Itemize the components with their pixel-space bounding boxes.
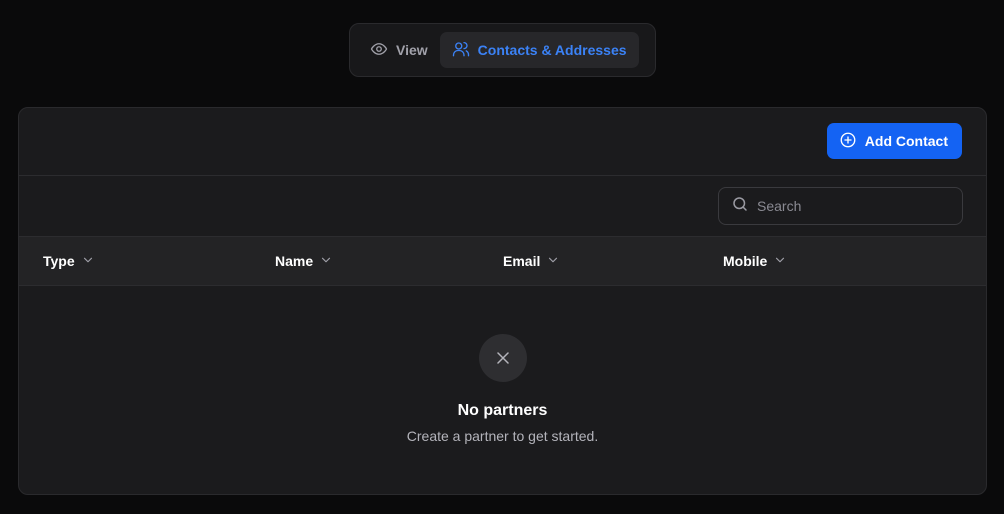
- column-header-mobile[interactable]: Mobile: [723, 237, 787, 285]
- tab-contacts-label: Contacts & Addresses: [477, 42, 627, 58]
- chevron-down-icon: [773, 253, 787, 270]
- column-header-email[interactable]: Email: [503, 237, 560, 285]
- column-header-label: Name: [275, 253, 314, 269]
- column-header-type[interactable]: Type: [43, 237, 95, 285]
- tab-bar: View Contacts & Addresses: [349, 23, 656, 77]
- chevron-down-icon: [81, 253, 95, 270]
- eye-icon: [370, 40, 388, 61]
- empty-state-title: No partners: [457, 402, 548, 419]
- tab-view-label: View: [396, 42, 428, 58]
- chevron-down-icon: [319, 253, 333, 270]
- empty-state-subtitle: Create a partner to get started.: [406, 428, 599, 444]
- column-header-label: Email: [503, 253, 541, 269]
- column-header-label: Type: [43, 253, 75, 269]
- add-contact-button[interactable]: Add Contact: [826, 123, 962, 159]
- users-icon: [452, 40, 470, 61]
- chevron-down-icon: [546, 253, 560, 270]
- column-header-name[interactable]: Name: [275, 237, 333, 285]
- plus-circle-icon: [839, 131, 857, 152]
- empty-state: No partners Create a partner to get star…: [19, 334, 986, 444]
- search-input[interactable]: [757, 198, 950, 214]
- column-header-label: Mobile: [723, 253, 768, 269]
- tab-view[interactable]: View: [358, 32, 440, 68]
- search-icon: [731, 195, 749, 218]
- tab-contacts-addresses[interactable]: Contacts & Addresses: [439, 32, 639, 68]
- search-field[interactable]: [718, 187, 963, 225]
- card-header: Add Contact: [19, 108, 986, 176]
- table-header: Type Name Email Mobile: [19, 236, 986, 286]
- x-icon: [478, 334, 527, 382]
- contacts-card: Add Contact Type Name Email: [18, 107, 987, 495]
- add-contact-label: Add Contact: [864, 133, 948, 149]
